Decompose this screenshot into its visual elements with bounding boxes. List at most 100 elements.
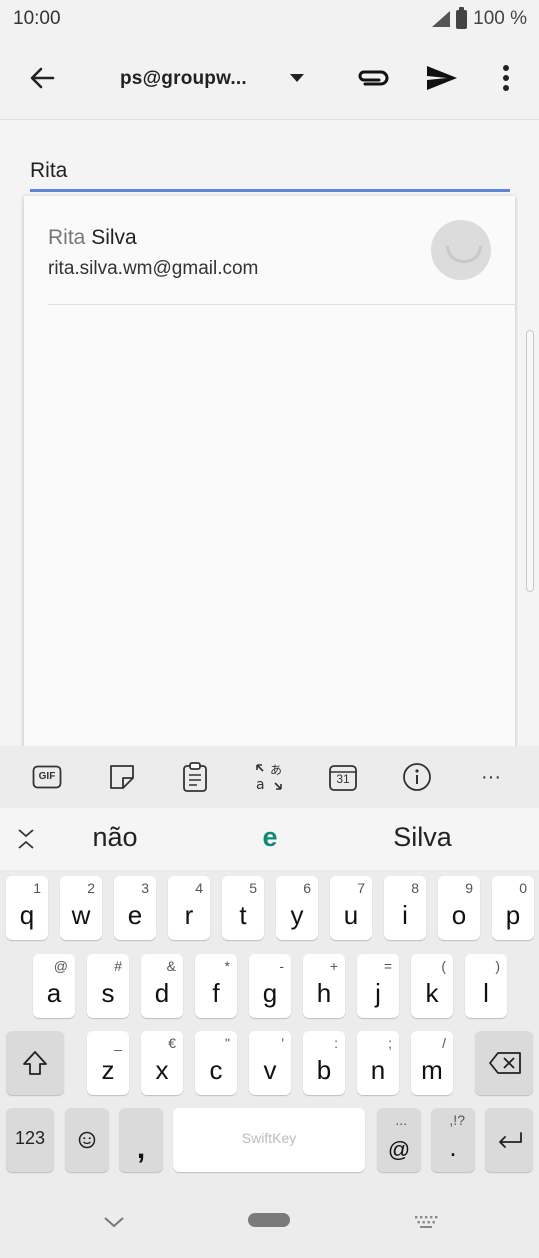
key-u[interactable]: 7u [330,876,372,940]
keyboard-switch-icon[interactable] [414,1215,438,1229]
shift-icon [23,1051,47,1075]
key-main: h [316,978,332,1008]
emoji-key[interactable] [65,1108,109,1172]
keyboard-toolbar: GIF あ a 31 ··· [0,746,539,808]
prediction-left[interactable]: não [60,822,170,853]
key-sub: * [224,958,230,974]
key-a[interactable]: @ a [33,954,75,1018]
key-main: s [101,978,115,1008]
space-key[interactable]: SwiftKey [173,1108,365,1172]
shift-key[interactable] [6,1031,64,1095]
backspace-icon [489,1052,521,1074]
calendar-day: 31 [336,772,350,786]
calendar-button[interactable]: 31 [326,760,360,794]
paperclip-icon [358,70,389,86]
divider [48,304,515,305]
key-main: z [101,1055,115,1085]
key-f[interactable]: * f [195,954,237,1018]
attach-button[interactable] [348,54,396,102]
key-sub: + [329,958,338,974]
key-main: v [263,1055,277,1085]
key-w[interactable]: 2w [60,876,102,940]
key-s[interactable]: # s [87,954,129,1018]
numbers-key[interactable]: 123 [6,1108,54,1172]
prediction-middle[interactable]: e [240,822,300,853]
key-main: g [262,978,278,1008]
send-button[interactable] [418,54,466,102]
key-l[interactable]: ) l [465,954,507,1018]
status-time: 10:00 [13,8,61,29]
key-sub: 4 [195,880,203,896]
signal-icon [432,11,451,27]
key-v[interactable]: ' v [249,1031,291,1095]
translate-button[interactable]: あ a [252,760,286,794]
contact-avatar [431,220,491,280]
clipboard-button[interactable] [178,760,212,794]
contact-suggestion-item[interactable]: Rita Silva rita.silva.wm@gmail.com [24,196,515,306]
key-sub: ,!? [449,1112,465,1128]
key-g[interactable]: -g [249,954,291,1018]
info-button[interactable] [400,760,434,794]
key-sub: / [442,1035,446,1051]
comma-key[interactable]: , [119,1108,163,1172]
battery-icon [456,6,468,29]
prediction-right[interactable]: Silva [360,822,485,853]
gif-button[interactable]: GIF [30,760,64,794]
key-main: d [154,978,170,1008]
key-main: j [375,978,381,1008]
key-sub: 6 [303,880,311,896]
from-account[interactable]: ps@groupw... [120,68,247,90]
key-q[interactable]: 1q [6,876,48,940]
contact-suggestions: Rita Silva rita.silva.wm@gmail.com [24,196,515,756]
collapse-toolbar-button[interactable] [14,824,38,854]
key-c[interactable]: " c [195,1031,237,1095]
sticker-button[interactable] [105,760,139,794]
enter-key[interactable] [485,1108,533,1172]
key-m[interactable]: / m [411,1031,453,1095]
key-sub: 1 [33,880,41,896]
chevron-down-icon[interactable] [103,1215,125,1229]
key-h[interactable]: + h [303,954,345,1018]
key-j[interactable]: = j [357,954,399,1018]
clipboard-icon [183,762,207,792]
key-o[interactable]: 9o [438,876,480,940]
key-k[interactable]: (k [411,954,453,1018]
key-b[interactable]: :b [303,1031,345,1095]
key-main: w [71,900,91,930]
key-r[interactable]: 4r [168,876,210,940]
key-x[interactable]: € x [141,1031,183,1095]
back-button[interactable] [18,54,66,102]
more-options-button[interactable] [482,54,530,102]
key-sub: 2 [87,880,95,896]
chevron-down-icon[interactable] [290,74,304,82]
scrollbar[interactable] [526,330,534,592]
status-icons: 100 % [432,6,527,30]
home-handle[interactable] [248,1213,290,1227]
key-main: . [449,1132,457,1162]
more-toolbar-button[interactable]: ··· [474,760,508,794]
key-main: l [483,978,489,1008]
key-main: f [212,978,220,1008]
key-n[interactable]: ; n [357,1031,399,1095]
to-field[interactable] [30,152,510,192]
key-i[interactable]: 8i [384,876,426,940]
key-main: k [425,978,439,1008]
key-d[interactable]: & d [141,954,183,1018]
key-p[interactable]: 0p [492,876,534,940]
period-key[interactable]: ,!?. [431,1108,475,1172]
key-sub: & [166,958,176,974]
key-sub: 9 [465,880,473,896]
key-z[interactable]: _ z [87,1031,129,1095]
svg-text:a: a [256,777,265,793]
sticker-icon [110,765,134,789]
send-icon [427,66,457,90]
contact-name-rest: Silva [85,226,137,249]
key-t[interactable]: 5t [222,876,264,940]
key-y[interactable]: 6y [276,876,318,940]
key-sub: @ [53,958,68,974]
backspace-key[interactable] [475,1031,533,1095]
at-key[interactable]: ... @ [377,1108,421,1172]
key-e[interactable]: 3e [114,876,156,940]
battery-percent: 100 % [473,8,527,29]
key-sub: 3 [141,880,149,896]
